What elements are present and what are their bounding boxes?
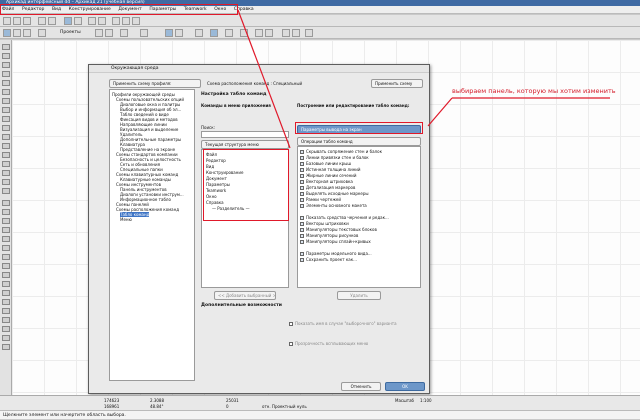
coord-a: 2.3088 [150,398,164,403]
status-bar: 174623 168961 2.3088 48.84° 25031 0 отн.… [0,395,640,410]
coord-dy: 0 [226,404,229,409]
coord-dx: 25031 [226,398,239,403]
scale-value[interactable]: 1:100 [420,398,432,403]
zoom-label: Масштаб [395,398,415,403]
coord-angle: 48.84° [150,404,164,409]
coord-y: 168961 [104,404,120,409]
annotation-text: выбираем панель, которую мы хотим измени… [452,87,616,95]
status-hint: Щелкните элемент или начертите область в… [0,410,640,419]
coord-x: 174623 [104,398,120,403]
ref-level[interactable]: отн. Проектный нуль [262,404,307,409]
annotation-arrows [237,9,610,149]
